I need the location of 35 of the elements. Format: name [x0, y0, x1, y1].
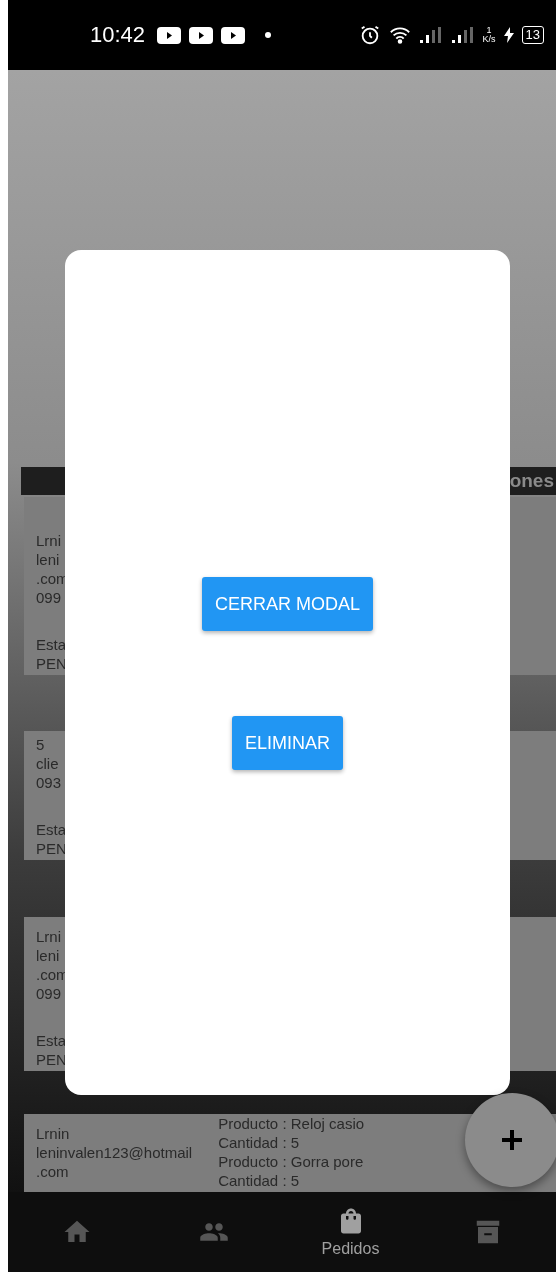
clock-time: 10:42	[90, 22, 146, 48]
client-detail: 099	[36, 588, 63, 607]
video-play-icon	[189, 26, 214, 44]
network-speed: 1 K/s	[482, 26, 496, 44]
product-detail: Cantidad : 5	[218, 1133, 301, 1152]
client-detail: Lrnin	[36, 1124, 71, 1143]
charging-bolt-icon	[503, 27, 514, 43]
client-detail: Lrni	[36, 927, 62, 946]
client-detail: clie	[36, 754, 60, 773]
order-status: Esta	[36, 635, 67, 654]
product-detail: Cantidad : 5	[218, 1171, 301, 1190]
modal-button[interactable]: ELIMINAR	[232, 716, 343, 770]
client-detail: .com	[36, 1162, 70, 1181]
client-detail: 093	[36, 773, 63, 792]
battery-level: 13	[521, 26, 544, 44]
order-status: Esta	[36, 820, 67, 839]
product-detail: Producto : Reloj casio	[218, 1114, 365, 1133]
signal-bars-icon	[418, 26, 443, 44]
client-detail: leni	[36, 550, 61, 569]
client-detail: 5	[36, 735, 46, 754]
client-detail: leni	[36, 946, 61, 965]
signal-bars-icon	[450, 26, 475, 44]
plus-icon	[502, 1130, 522, 1150]
client-detail: 099	[36, 984, 63, 1003]
notification-dot-icon	[265, 32, 272, 38]
column-heading: ones	[509, 470, 554, 492]
video-play-icon	[157, 26, 182, 44]
nav-label[interactable]: Pedidos	[321, 1240, 380, 1258]
modal-button[interactable]: CERRAR MODAL	[202, 577, 373, 631]
product-detail: Producto : Gorra pore	[218, 1152, 365, 1171]
video-play-icon	[221, 26, 246, 44]
wifi-icon	[388, 26, 411, 44]
order-status: Esta	[36, 1031, 67, 1050]
client-detail: leninvalen123@hotmail	[36, 1143, 193, 1162]
client-detail: Lrni	[36, 531, 62, 550]
